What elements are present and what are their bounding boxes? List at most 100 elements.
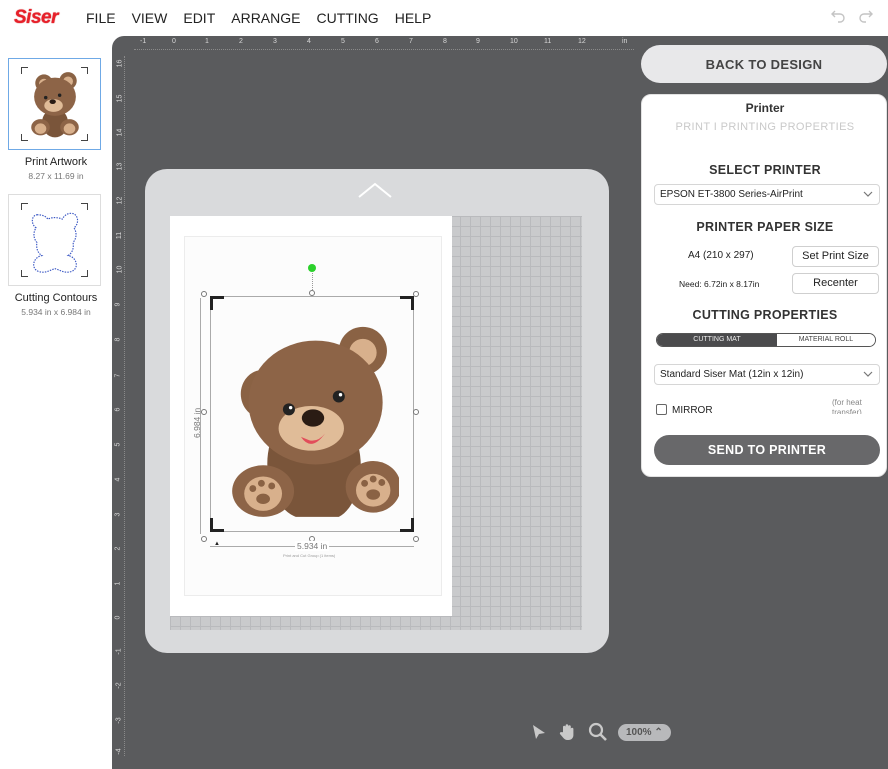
rotate-connector bbox=[312, 273, 313, 290]
mirror-note: (for heat transfer) bbox=[832, 398, 862, 414]
chevron-down-icon bbox=[863, 191, 873, 197]
ruler-tick: 5 bbox=[341, 38, 345, 45]
ruler-tick: 7 bbox=[409, 38, 413, 45]
bear-artwork[interactable] bbox=[227, 313, 399, 523]
panel-tabs[interactable]: PRINT I PRINTING PROPERTIES bbox=[642, 121, 888, 133]
ruler-tick: 6 bbox=[114, 407, 122, 412]
mirror-label: MIRROR bbox=[672, 405, 713, 416]
ruler-tick: -2 bbox=[115, 682, 123, 689]
width-dimension-label: 5.934 in bbox=[295, 541, 330, 551]
ruler-tick: 4 bbox=[114, 477, 122, 482]
set-print-size-button[interactable]: Set Print Size bbox=[792, 246, 879, 267]
menu-bar: Siser FILE VIEW EDIT ARRANGE CUTTING HEL… bbox=[0, 0, 888, 36]
ruler-tick: -1 bbox=[140, 38, 147, 45]
bear-thumbnail-image bbox=[31, 72, 79, 138]
ruler-unit: in bbox=[622, 38, 628, 45]
cutting-properties-heading: CUTTING PROPERTIES bbox=[692, 308, 838, 322]
panel-title: Printer bbox=[745, 101, 785, 115]
redo-icon[interactable] bbox=[858, 7, 874, 23]
ruler-tick: 8 bbox=[443, 38, 447, 45]
resize-handle[interactable] bbox=[413, 409, 419, 415]
ruler-tick: 9 bbox=[114, 302, 122, 307]
contour-outline-image bbox=[31, 212, 79, 273]
siser-logo[interactable]: Siser bbox=[14, 7, 58, 29]
registration-mark bbox=[400, 518, 414, 532]
cutting-contours-size: 5.934 in x 6.984 in bbox=[21, 307, 91, 317]
resize-handle[interactable] bbox=[309, 290, 315, 296]
height-dimension-label: 6.984 in bbox=[192, 407, 202, 438]
resize-handle[interactable] bbox=[413, 291, 419, 297]
ruler-tick: 7 bbox=[114, 373, 122, 378]
mirror-checkbox[interactable] bbox=[656, 404, 667, 415]
ruler-tick: -1 bbox=[115, 648, 123, 655]
cutting-contours-thumbnail[interactable] bbox=[8, 194, 101, 286]
menu-arrange[interactable]: ARRANGE bbox=[231, 10, 300, 26]
send-to-printer-button[interactable]: SEND TO PRINTER bbox=[654, 435, 880, 465]
ruler-tick: 16 bbox=[116, 59, 124, 68]
cutting-mat-grid: 6.984 in 5.934 in Print and Cut Group (1… bbox=[170, 216, 582, 630]
registration-mark bbox=[400, 296, 414, 310]
rotate-handle[interactable] bbox=[308, 264, 316, 272]
ruler-tick: -4 bbox=[115, 748, 123, 755]
menu-view[interactable]: VIEW bbox=[132, 10, 168, 26]
recenter-button[interactable]: Recenter bbox=[792, 273, 879, 294]
paper-size-heading: PRINTER PAPER SIZE bbox=[696, 220, 834, 234]
zoom-icon[interactable] bbox=[588, 722, 608, 742]
printer-panel: Printer PRINT I PRINTING PROPERTIES SELE… bbox=[641, 94, 887, 477]
ruler-tick: 11 bbox=[544, 38, 552, 45]
needed-size-text: Need: 6.72in x 8.17in bbox=[679, 279, 760, 289]
ruler-tick: 12 bbox=[116, 196, 124, 205]
mat-roll-toggle[interactable]: CUTTING MAT MATERIAL ROLL bbox=[656, 333, 876, 347]
zoom-level-button[interactable]: 100% ⌃ bbox=[618, 723, 671, 741]
anchor-marker: ▲ bbox=[214, 541, 220, 547]
canvas-toolbar: 100% ⌃ bbox=[530, 722, 671, 742]
main-menu: FILE VIEW EDIT ARRANGE CUTTING HELP bbox=[86, 10, 447, 26]
ruler-tick: 3 bbox=[273, 38, 277, 45]
menu-edit[interactable]: EDIT bbox=[183, 10, 215, 26]
menu-file[interactable]: FILE bbox=[86, 10, 116, 26]
ruler-tick: 14 bbox=[116, 128, 124, 137]
chevron-down-icon bbox=[863, 371, 873, 377]
ruler-tick: 2 bbox=[114, 546, 122, 551]
ruler-tick: 11 bbox=[116, 231, 124, 240]
top-ruler: -1 0 1 2 3 4 5 6 7 8 9 10 11 12 in bbox=[134, 36, 654, 52]
undo-icon[interactable] bbox=[830, 7, 846, 23]
toggle-material-roll[interactable]: MATERIAL ROLL bbox=[776, 334, 875, 346]
toggle-cutting-mat[interactable]: CUTTING MAT bbox=[657, 334, 777, 346]
cutting-mat-frame: 6.984 in 5.934 in Print and Cut Group (1… bbox=[145, 169, 609, 653]
back-to-design-button[interactable]: BACK TO DESIGN bbox=[641, 45, 887, 83]
pointer-icon[interactable] bbox=[530, 723, 548, 741]
ruler-tick: 1 bbox=[114, 581, 122, 586]
ruler-tick: 2 bbox=[239, 38, 243, 45]
registration-mark bbox=[210, 518, 224, 532]
ruler-tick: 10 bbox=[116, 265, 124, 274]
resize-handle[interactable] bbox=[201, 291, 207, 297]
ruler-tick: 10 bbox=[510, 38, 518, 45]
menu-cutting[interactable]: CUTTING bbox=[316, 10, 378, 26]
ruler-tick: 8 bbox=[114, 337, 122, 342]
ruler-tick: 0 bbox=[114, 615, 122, 620]
chevron-up-icon: ⌃ bbox=[654, 726, 663, 738]
hand-pan-icon[interactable] bbox=[558, 722, 578, 742]
selection-box[interactable] bbox=[210, 296, 414, 532]
ruler-tick: 12 bbox=[578, 38, 586, 45]
ruler-tick: 3 bbox=[114, 512, 122, 517]
ruler-tick: 15 bbox=[116, 94, 124, 103]
chevron-up-icon[interactable] bbox=[357, 181, 393, 199]
ruler-tick: 6 bbox=[375, 38, 379, 45]
printer-select-value: EPSON ET-3800 Series-AirPrint bbox=[660, 189, 803, 200]
print-artwork-thumbnail[interactable] bbox=[8, 58, 101, 150]
ruler-tick: 9 bbox=[476, 38, 480, 45]
registration-mark bbox=[210, 296, 224, 310]
mat-select[interactable]: Standard Siser Mat (12in x 12in) bbox=[654, 364, 880, 385]
print-artwork-size: 8.27 x 11.69 in bbox=[28, 171, 84, 181]
print-artwork-label: Print Artwork bbox=[24, 156, 88, 168]
undo-redo-group bbox=[830, 7, 874, 23]
resize-handle[interactable] bbox=[413, 536, 419, 542]
left-ruler-line bbox=[124, 56, 125, 756]
zoom-level-value: 100% bbox=[626, 726, 652, 738]
menu-help[interactable]: HELP bbox=[395, 10, 432, 26]
resize-handle[interactable] bbox=[201, 536, 207, 542]
cutting-contours-label: Cutting Contours bbox=[14, 292, 98, 304]
printer-select[interactable]: EPSON ET-3800 Series-AirPrint bbox=[654, 184, 880, 205]
